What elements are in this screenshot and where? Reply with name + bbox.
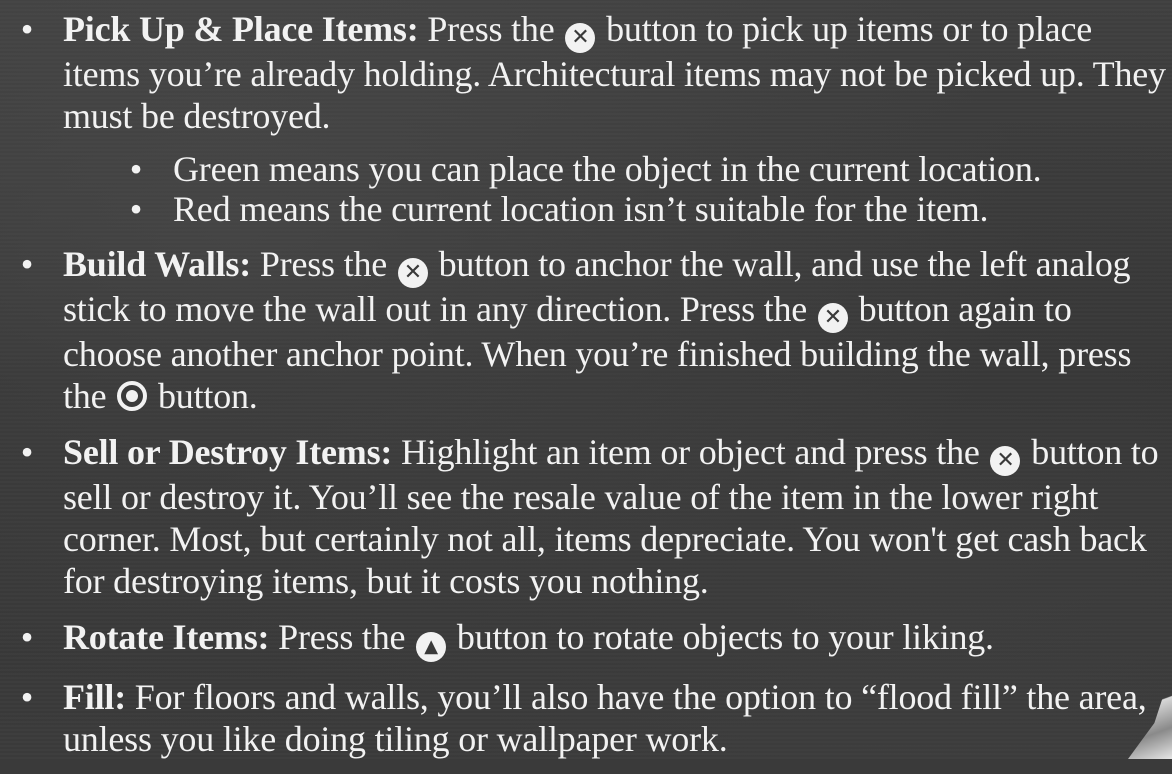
list-item-rotate: • Rotate Items: Press the ▲ button to ro… [0, 616, 1172, 662]
cross-button-icon: ✕ [565, 23, 596, 53]
item-label: Sell or Destroy Items: [63, 432, 393, 472]
cross-button-icon: ✕ [817, 303, 848, 333]
item-label: Fill: [63, 677, 126, 717]
sub-item-text: Red means the current location isn’t sui… [173, 189, 989, 229]
cross-button-icon: ✕ [397, 258, 428, 288]
item-text: button. [149, 376, 258, 416]
list-item-fill: • Fill: For floors and walls, you’ll als… [0, 676, 1172, 760]
item-text: Highlight an item or object and press th… [392, 432, 989, 472]
item-label: Build Walls: [63, 244, 252, 284]
bullet: • [20, 617, 34, 657]
triangle-button-icon: ▲ [416, 632, 447, 662]
item-text: Press the [418, 9, 564, 49]
bullet: • [129, 149, 143, 189]
cross-button-icon: ✕ [990, 446, 1021, 476]
item-text: Press the [269, 617, 415, 657]
circle-button-icon [117, 381, 148, 411]
bullet: • [20, 432, 34, 472]
bullet: • [20, 244, 34, 284]
item-label: Pick Up & Place Items: [63, 9, 419, 49]
sub-item-text: Green means you can place the object in … [173, 149, 1042, 189]
sub-item-green: • Green means you can place the object i… [63, 149, 1172, 189]
item-text: Press the [251, 244, 396, 284]
list-item-pick-up-place: • Pick Up & Place Items: Press the ✕ but… [0, 8, 1172, 229]
item-label: Rotate Items: [63, 617, 270, 657]
item-text: button to rotate objects to your liking. [448, 617, 994, 657]
list-item-sell-destroy: • Sell or Destroy Items: Highlight an it… [0, 431, 1172, 602]
list-item-build-walls: • Build Walls: Press the ✕ button to anc… [0, 243, 1172, 417]
bullet: • [20, 677, 34, 717]
instructions-list: • Pick Up & Place Items: Press the ✕ but… [0, 8, 1172, 774]
bullet: • [129, 189, 143, 229]
bullet: • [20, 9, 34, 49]
item-text: For floors and walls, you’ll also have t… [63, 677, 1147, 759]
sub-list: • Green means you can place the object i… [63, 149, 1172, 229]
sub-item-red: • Red means the current location isn’t s… [63, 189, 1172, 229]
